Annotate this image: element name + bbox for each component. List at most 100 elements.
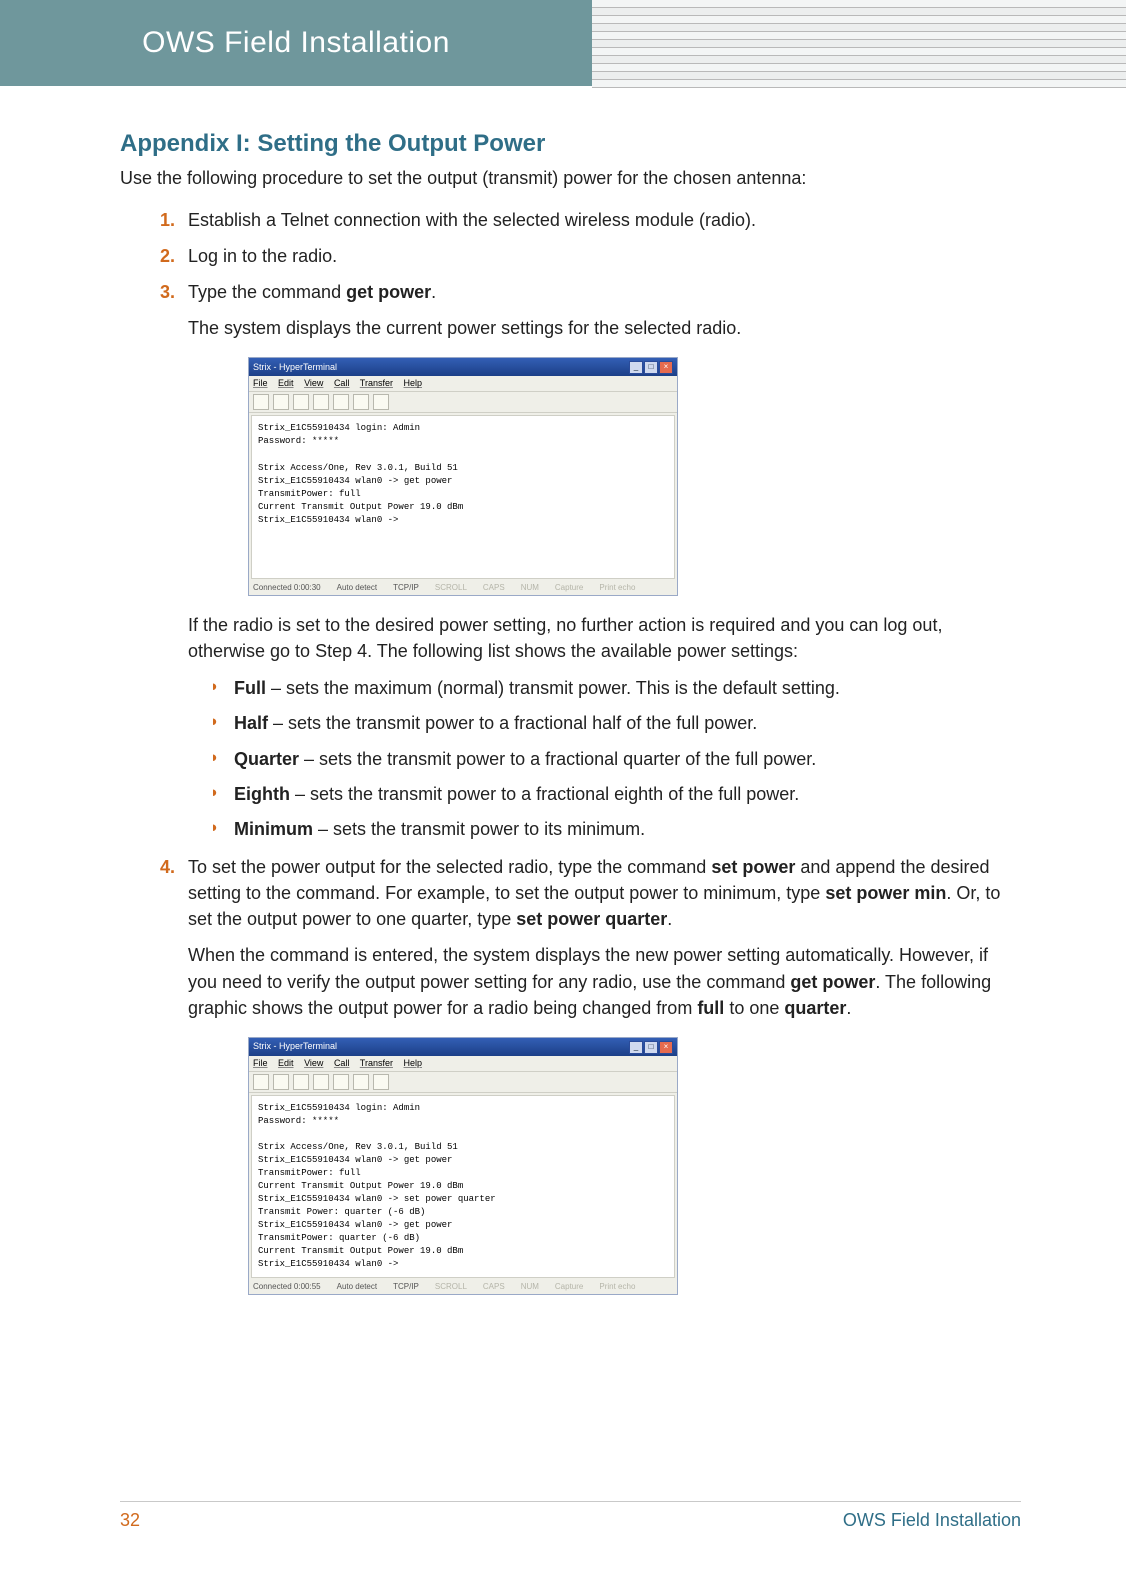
step-3-command: get power [346, 282, 431, 302]
list-item: Quarter – sets the transmit power to a f… [210, 747, 1021, 772]
header-tab-slot [592, 72, 1126, 80]
menu-file[interactable]: File [253, 1058, 268, 1068]
step-3-subtext-2: If the radio is set to the desired power… [188, 612, 1021, 664]
terminal-output: Strix_E1C55910434 login: Admin Password:… [251, 415, 675, 579]
list-item: Half – sets the transmit power to a frac… [210, 711, 1021, 736]
step-4b-mid2: to one [724, 998, 784, 1018]
step-number-icon: 3. [160, 279, 175, 305]
toolbar-new-icon[interactable] [253, 1074, 269, 1090]
status-connected: Connected 0:00:55 [253, 1281, 321, 1293]
step-4a-pre: To set the power output for the selected… [188, 857, 711, 877]
header-tab-stack [592, 0, 1126, 88]
setting-eighth-name: Eighth [234, 784, 290, 804]
toolbar-receive-icon[interactable] [353, 394, 369, 410]
maximize-icon[interactable]: □ [644, 361, 658, 374]
close-icon[interactable]: × [659, 361, 673, 374]
step-number-icon: 4. [160, 854, 175, 880]
menu-transfer[interactable]: Transfer [360, 378, 393, 388]
close-icon[interactable]: × [659, 1041, 673, 1054]
page-number: 32 [120, 1510, 140, 1531]
step-3-text-pre: Type the command [188, 282, 346, 302]
setting-full-desc: – sets the maximum (normal) transmit pow… [266, 678, 840, 698]
menu-call[interactable]: Call [334, 378, 350, 388]
setting-half-name: Half [234, 713, 268, 733]
setting-half-desc: – sets the transmit power to a fractiona… [268, 713, 757, 733]
toolbar-connect-icon[interactable] [293, 1074, 309, 1090]
status-autodetect: Auto detect [337, 1281, 377, 1293]
step-number-icon: 2. [160, 243, 175, 269]
menu-file[interactable]: File [253, 378, 268, 388]
toolbar-new-icon[interactable] [253, 394, 269, 410]
page-footer: 32 OWS Field Installation [120, 1501, 1021, 1531]
menu-edit[interactable]: Edit [278, 378, 294, 388]
terminal-title: Strix - HyperTerminal [253, 361, 337, 374]
toolbar-disconnect-icon[interactable] [313, 1074, 329, 1090]
menu-transfer[interactable]: Transfer [360, 1058, 393, 1068]
step-2: 2. Log in to the radio. [160, 243, 1021, 269]
status-connected: Connected 0:00:30 [253, 582, 321, 594]
terminal-screenshot-1: Strix - HyperTerminal _□× File Edit View… [248, 357, 678, 596]
toolbar-send-icon[interactable] [333, 1074, 349, 1090]
menu-call[interactable]: Call [334, 1058, 350, 1068]
header-right-panel [592, 0, 1126, 86]
toolbar-properties-icon[interactable] [373, 1074, 389, 1090]
setting-quarter-desc: – sets the transmit power to a fractiona… [299, 749, 816, 769]
terminal-menubar: File Edit View Call Transfer Help [249, 376, 677, 392]
terminal-window: Strix - HyperTerminal _□× File Edit View… [248, 357, 678, 596]
terminal-toolbar [249, 392, 677, 413]
step-4b-cmd: get power [790, 972, 875, 992]
header-tab-slot [592, 64, 1126, 72]
header-tab-slot [592, 40, 1126, 48]
setting-full-name: Full [234, 678, 266, 698]
header-band: OWS Field Installation [0, 0, 1126, 86]
terminal-output: Strix_E1C55910434 login: Admin Password:… [251, 1095, 675, 1279]
menu-edit[interactable]: Edit [278, 1058, 294, 1068]
step-4b-w1: full [697, 998, 724, 1018]
step-3-text-post: . [431, 282, 436, 302]
step-4b: When the command is entered, the system … [188, 942, 1021, 1020]
toolbar-properties-icon[interactable] [373, 394, 389, 410]
step-2-text: Log in to the radio. [188, 246, 337, 266]
toolbar-open-icon[interactable] [273, 1074, 289, 1090]
window-control-buttons: _□× [628, 360, 673, 374]
menu-help[interactable]: Help [404, 378, 423, 388]
toolbar-open-icon[interactable] [273, 394, 289, 410]
terminal-toolbar [249, 1072, 677, 1093]
header-tab-slot [592, 16, 1126, 24]
status-autodetect: Auto detect [337, 582, 377, 594]
step-4a-post: . [667, 909, 672, 929]
toolbar-receive-icon[interactable] [353, 1074, 369, 1090]
setting-minimum-desc: – sets the transmit power to its minimum… [313, 819, 645, 839]
header-tab-slot [592, 48, 1126, 56]
step-number-icon: 1. [160, 207, 175, 233]
menu-view[interactable]: View [304, 378, 323, 388]
terminal-window: Strix - HyperTerminal _□× File Edit View… [248, 1037, 678, 1295]
toolbar-send-icon[interactable] [333, 394, 349, 410]
setting-minimum-name: Minimum [234, 819, 313, 839]
status-capture: Capture [555, 1281, 583, 1293]
status-capture: Capture [555, 582, 583, 594]
setting-eighth-desc: – sets the transmit power to a fractiona… [290, 784, 799, 804]
status-scroll: SCROLL [435, 1281, 467, 1293]
step-1: 1. Establish a Telnet connection with th… [160, 207, 1021, 233]
header-tab-slot [592, 8, 1126, 16]
minimize-icon[interactable]: _ [629, 361, 643, 374]
terminal-statusbar: Connected 0:00:55 Auto detect TCP/IP SCR… [249, 1280, 677, 1294]
terminal-menubar: File Edit View Call Transfer Help [249, 1056, 677, 1072]
status-printecho: Print echo [599, 582, 635, 594]
status-protocol: TCP/IP [393, 1281, 419, 1293]
maximize-icon[interactable]: □ [644, 1041, 658, 1054]
toolbar-connect-icon[interactable] [293, 394, 309, 410]
step-4a-cmd1: set power [711, 857, 795, 877]
menu-help[interactable]: Help [404, 1058, 423, 1068]
appendix-heading: Appendix I: Setting the Output Power [120, 130, 1021, 158]
status-caps: CAPS [483, 582, 505, 594]
list-item: Full – sets the maximum (normal) transmi… [210, 676, 1021, 701]
status-printecho: Print echo [599, 1281, 635, 1293]
page: OWS Field Installation Appendix I: Setti… [0, 0, 1126, 1573]
toolbar-disconnect-icon[interactable] [313, 394, 329, 410]
menu-view[interactable]: View [304, 1058, 323, 1068]
step-1-text: Establish a Telnet connection with the s… [188, 210, 756, 230]
terminal-titlebar: Strix - HyperTerminal _□× [249, 1038, 677, 1056]
minimize-icon[interactable]: _ [629, 1041, 643, 1054]
